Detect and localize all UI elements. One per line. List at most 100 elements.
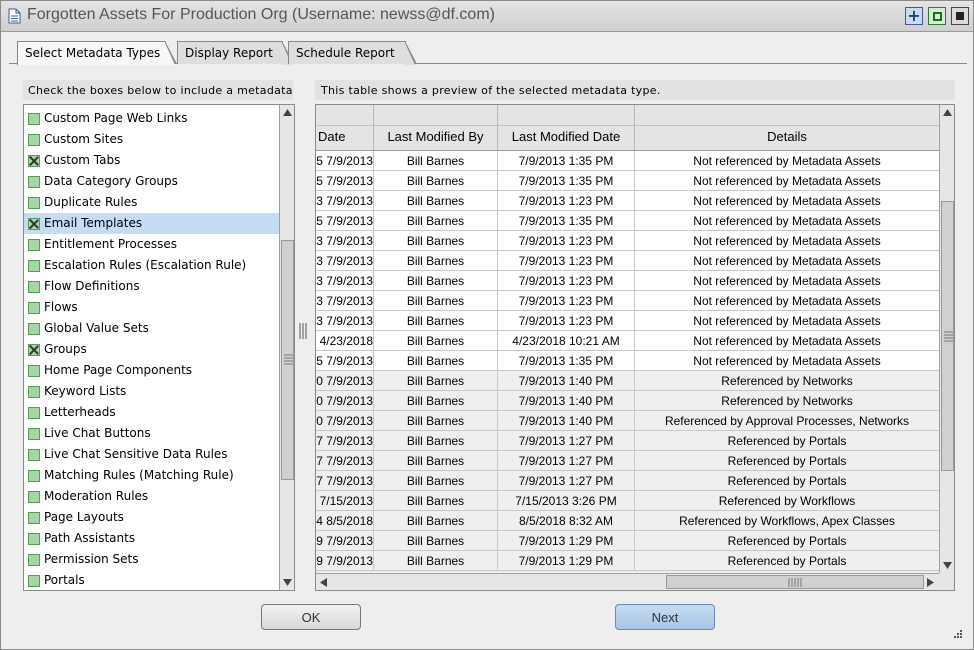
add-window-button[interactable]: + xyxy=(905,7,923,25)
metadata-checkbox[interactable] xyxy=(28,176,40,188)
metadata-checkbox[interactable] xyxy=(28,134,40,146)
metadata-checkbox[interactable] xyxy=(28,155,40,167)
cell-last-modified-date: 7/9/2013 1:23 PM xyxy=(498,291,635,311)
table-row[interactable]: 7/9/2013 1:40 PMBill Barnes7/9/2013 1:40… xyxy=(316,411,939,431)
panel-splitter-handle[interactable] xyxy=(299,323,309,345)
metadata-checkbox[interactable] xyxy=(28,323,40,335)
list-item[interactable]: Path Assistants xyxy=(24,528,279,549)
metadata-checkbox[interactable] xyxy=(28,407,40,419)
table-row[interactable]: 7/9/2013 1:29 PMBill Barnes7/9/2013 1:29… xyxy=(316,531,939,551)
table-row[interactable]: 7/9/2013 1:23 PMBill Barnes7/9/2013 1:23… xyxy=(316,231,939,251)
list-item[interactable]: Entitlement Processes xyxy=(24,234,279,255)
list-item[interactable]: Global Value Sets xyxy=(24,318,279,339)
list-scroll-thumb[interactable] xyxy=(281,240,294,480)
list-item[interactable]: Live Chat Sensitive Data Rules xyxy=(24,444,279,465)
table-vscroll-thumb[interactable] xyxy=(941,201,954,471)
table-row[interactable]: 8/5/2018 8:54 AMBill Barnes8/5/2018 8:32… xyxy=(316,511,939,531)
table-row[interactable]: 7/9/2013 1:40 PMBill Barnes7/9/2013 1:40… xyxy=(316,371,939,391)
table-row[interactable]: 7/9/2013 1:27 PMBill Barnes7/9/2013 1:27… xyxy=(316,471,939,491)
metadata-checkbox[interactable] xyxy=(28,281,40,293)
metadata-checkbox[interactable] xyxy=(28,449,40,461)
metadata-checkbox[interactable] xyxy=(28,533,40,545)
cell-date: 7/9/2013 1:35 PM xyxy=(316,171,374,191)
table-row[interactable]: 7/15/2013 3:26 PMBill Barnes7/15/2013 3:… xyxy=(316,491,939,511)
list-item[interactable]: Custom Tabs xyxy=(24,150,279,171)
table-row[interactable]: 7/9/2013 1:23 PMBill Barnes7/9/2013 1:23… xyxy=(316,311,939,331)
scroll-up-arrow-icon[interactable] xyxy=(942,108,953,117)
list-item[interactable]: Duplicate Rules xyxy=(24,192,279,213)
list-item[interactable]: Data Category Groups xyxy=(24,171,279,192)
list-item[interactable]: Keyword Lists xyxy=(24,381,279,402)
table-row[interactable]: 7/9/2013 1:23 PMBill Barnes7/9/2013 1:23… xyxy=(316,191,939,211)
tab-select-metadata-types[interactable]: Select Metadata Types xyxy=(17,41,177,65)
metadata-type-list[interactable]: Custom Page Web Links Custom Sites Custom … xyxy=(23,104,295,591)
scroll-left-arrow-icon[interactable] xyxy=(319,577,328,588)
scroll-up-arrow-icon[interactable] xyxy=(282,108,293,117)
table-row[interactable]: 7/9/2013 1:29 PMBill Barnes7/9/2013 1:29… xyxy=(316,551,939,571)
column-header-details[interactable]: Details xyxy=(635,105,939,151)
next-button[interactable]: Next xyxy=(615,604,715,630)
cell-last-modified-by: Bill Barnes xyxy=(374,431,498,451)
table-row[interactable]: 4/23/2018 10:21 AMBill Barnes4/23/2018 1… xyxy=(316,331,939,351)
tab-schedule-report[interactable]: Schedule Report xyxy=(288,41,417,65)
metadata-checkbox[interactable] xyxy=(28,428,40,440)
list-item[interactable]: Custom Sites xyxy=(24,129,279,150)
scroll-down-arrow-icon[interactable] xyxy=(282,578,293,587)
metadata-checkbox[interactable] xyxy=(28,197,40,209)
list-item[interactable]: Live Chat Buttons xyxy=(24,423,279,444)
column-header-last-modified-date[interactable]: Last Modified Date xyxy=(498,105,635,151)
scroll-right-arrow-icon[interactable] xyxy=(926,577,935,588)
cell-last-modified-by: Bill Barnes xyxy=(374,351,498,371)
metadata-checkbox[interactable] xyxy=(28,218,40,230)
resize-grip-icon[interactable] xyxy=(953,629,963,639)
table-row[interactable]: 7/9/2013 1:23 PMBill Barnes7/9/2013 1:23… xyxy=(316,271,939,291)
metadata-checkbox[interactable] xyxy=(28,575,40,587)
metadata-checkbox[interactable] xyxy=(28,344,40,356)
list-item[interactable]: Custom Page Web Links xyxy=(24,108,279,129)
metadata-checkbox[interactable] xyxy=(28,113,40,125)
table-row[interactable]: 7/9/2013 1:27 PMBill Barnes7/9/2013 1:27… xyxy=(316,451,939,471)
title-bar[interactable]: Forgotten Assets For Production Org (Use… xyxy=(1,1,973,32)
metadata-checkbox[interactable] xyxy=(28,386,40,398)
metadata-checkbox[interactable] xyxy=(28,260,40,272)
table-row[interactable]: 7/9/2013 1:35 PMBill Barnes7/9/2013 1:35… xyxy=(316,211,939,231)
list-item[interactable]: Page Layouts xyxy=(24,507,279,528)
list-item[interactable]: Letterheads xyxy=(24,402,279,423)
list-item[interactable]: Flows xyxy=(24,297,279,318)
metadata-checkbox[interactable] xyxy=(28,554,40,566)
metadata-checkbox[interactable] xyxy=(28,512,40,524)
list-item[interactable]: Groups xyxy=(24,339,279,360)
table-row[interactable]: 7/9/2013 1:23 PMBill Barnes7/9/2013 1:23… xyxy=(316,291,939,311)
table-hscroll-thumb[interactable] xyxy=(666,575,924,589)
list-item[interactable]: Escalation Rules (Escalation Rule) xyxy=(24,255,279,276)
table-row[interactable]: 7/9/2013 1:23 PMBill Barnes7/9/2013 1:23… xyxy=(316,251,939,271)
metadata-checkbox[interactable] xyxy=(28,302,40,314)
tab-display-report[interactable]: Display Report xyxy=(177,41,294,65)
scroll-down-arrow-icon[interactable] xyxy=(942,561,953,570)
list-item[interactable]: Matching Rules (Matching Rule) xyxy=(24,465,279,486)
maximize-button[interactable] xyxy=(928,7,946,25)
table-row[interactable]: 7/9/2013 1:40 PMBill Barnes7/9/2013 1:40… xyxy=(316,391,939,411)
metadata-checkbox[interactable] xyxy=(28,365,40,377)
table-vertical-scrollbar[interactable] xyxy=(939,105,954,573)
metadata-checkbox[interactable] xyxy=(28,491,40,503)
table-row[interactable]: 7/9/2013 1:27 PMBill Barnes7/9/2013 1:27… xyxy=(316,431,939,451)
table-horizontal-scrollbar[interactable] xyxy=(316,573,939,590)
list-item[interactable]: Moderation Rules xyxy=(24,486,279,507)
column-header-date[interactable]: Date xyxy=(316,105,374,151)
metadata-checkbox[interactable] xyxy=(28,470,40,482)
list-item[interactable]: Permission Sets xyxy=(24,549,279,570)
column-header-last-modified-by[interactable]: Last Modified By xyxy=(374,105,498,151)
list-item[interactable]: Email Templates xyxy=(24,213,279,234)
metadata-preview-table[interactable]: Date Last Modified By Last Modified Date… xyxy=(315,104,955,591)
ok-button[interactable]: OK xyxy=(261,604,361,630)
table-row[interactable]: 7/9/2013 1:35 PMBill Barnes7/9/2013 1:35… xyxy=(316,351,939,371)
table-row[interactable]: 7/9/2013 1:35 PMBill Barnes7/9/2013 1:35… xyxy=(316,171,939,191)
list-item[interactable]: Home Page Components xyxy=(24,360,279,381)
minimize-button[interactable] xyxy=(951,7,969,25)
table-row[interactable]: 7/9/2013 1:35 PMBill Barnes7/9/2013 1:35… xyxy=(316,151,939,171)
list-item[interactable]: Portals xyxy=(24,570,279,590)
list-vertical-scrollbar[interactable] xyxy=(279,105,294,590)
list-item[interactable]: Flow Definitions xyxy=(24,276,279,297)
metadata-checkbox[interactable] xyxy=(28,239,40,251)
